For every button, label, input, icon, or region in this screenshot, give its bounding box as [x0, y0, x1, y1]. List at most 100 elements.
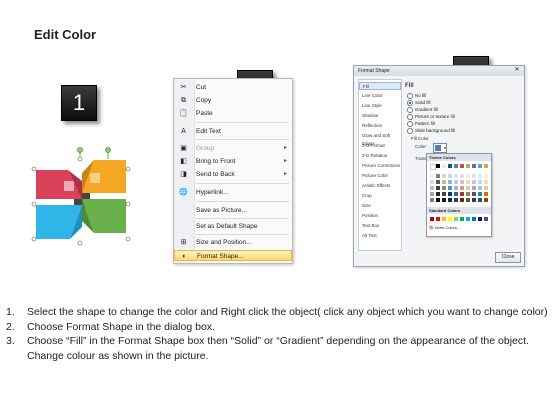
close-icon[interactable]: ✕ — [513, 66, 521, 74]
radio-no-fill[interactable]: No fill — [407, 93, 426, 99]
category-item-picture-color[interactable]: Picture Color — [359, 172, 401, 180]
color-swatch[interactable] — [430, 174, 434, 178]
radio-solid-fill[interactable]: Solid fill — [407, 100, 431, 106]
color-swatch[interactable] — [442, 186, 446, 190]
color-swatch[interactable] — [472, 180, 476, 184]
color-swatch[interactable] — [460, 186, 464, 190]
color-swatch[interactable] — [466, 217, 470, 221]
color-swatch[interactable] — [436, 198, 440, 202]
color-swatch[interactable] — [436, 186, 440, 190]
color-swatch[interactable] — [436, 164, 440, 168]
color-swatch[interactable] — [466, 198, 470, 202]
color-swatch[interactable] — [442, 198, 446, 202]
color-swatch[interactable] — [460, 217, 464, 221]
menu-item-copy[interactable]: ⧉ Copy — [174, 95, 292, 106]
color-swatch[interactable] — [460, 164, 464, 168]
color-swatch[interactable] — [472, 164, 476, 168]
category-item-line-color[interactable]: Line Color — [359, 92, 401, 100]
category-item-crop[interactable]: Crop — [359, 192, 401, 200]
close-button[interactable]: Close — [495, 252, 521, 263]
category-item-glow[interactable]: Glow and Soft Edges — [359, 132, 401, 146]
color-swatch[interactable] — [442, 217, 446, 221]
color-swatch[interactable] — [442, 174, 446, 178]
color-swatch[interactable] — [430, 217, 434, 221]
color-swatch[interactable] — [454, 164, 458, 168]
category-item-picture-corrections[interactable]: Picture Corrections — [359, 162, 401, 170]
color-swatch[interactable] — [430, 198, 434, 202]
color-swatch[interactable] — [430, 180, 434, 184]
color-swatch[interactable] — [478, 180, 482, 184]
color-swatch[interactable] — [460, 198, 464, 202]
color-swatch[interactable] — [436, 174, 440, 178]
menu-item-cut[interactable]: ✂ Cut — [174, 82, 292, 93]
category-item-3d-rotation[interactable]: 3-D Rotation — [359, 152, 401, 160]
color-swatch[interactable] — [478, 198, 482, 202]
shape-group-illustration[interactable] — [30, 143, 134, 255]
color-swatch[interactable] — [448, 164, 452, 168]
category-item-line-style[interactable]: Line Style — [359, 102, 401, 110]
color-swatch[interactable] — [448, 192, 452, 196]
radio-slide-bg-fill[interactable]: Slide background fill — [407, 128, 455, 134]
color-swatch[interactable] — [472, 174, 476, 178]
color-swatch[interactable] — [460, 180, 464, 184]
color-swatch[interactable] — [430, 186, 434, 190]
color-swatch[interactable] — [472, 192, 476, 196]
color-swatch[interactable] — [466, 164, 470, 168]
color-swatch[interactable] — [472, 186, 476, 190]
color-swatch[interactable] — [478, 192, 482, 196]
category-item-alt-text[interactable]: Alt Text — [359, 232, 401, 240]
menu-item-paste[interactable]: 📋 Paste — [174, 108, 292, 119]
color-swatch[interactable] — [430, 192, 434, 196]
category-item-text-box[interactable]: Text Box — [359, 222, 401, 230]
color-swatch[interactable] — [454, 192, 458, 196]
color-swatch[interactable] — [448, 174, 452, 178]
category-item-position[interactable]: Position — [359, 212, 401, 220]
color-swatch[interactable] — [448, 186, 452, 190]
color-swatch[interactable] — [466, 180, 470, 184]
color-swatch[interactable] — [436, 192, 440, 196]
color-swatch[interactable] — [454, 180, 458, 184]
color-swatch[interactable] — [442, 192, 446, 196]
radio-gradient-fill[interactable]: Gradient fill — [407, 107, 438, 113]
color-swatch[interactable] — [466, 192, 470, 196]
category-item-shadow[interactable]: Shadow — [359, 112, 401, 120]
menu-item-set-default-shape[interactable]: Set as Default Shape — [174, 221, 292, 232]
color-swatch[interactable] — [478, 174, 482, 178]
color-swatch[interactable] — [472, 198, 476, 202]
color-swatch[interactable] — [466, 174, 470, 178]
menu-item-save-as-picture[interactable]: Save as Picture... — [174, 205, 292, 216]
radio-pattern-fill[interactable]: Pattern fill — [407, 121, 435, 127]
color-swatch[interactable] — [484, 174, 488, 178]
color-swatch[interactable] — [448, 217, 452, 221]
color-swatch[interactable] — [478, 217, 482, 221]
category-item-reflection[interactable]: Reflection — [359, 122, 401, 130]
color-picker-button[interactable]: ▾ — [433, 143, 447, 153]
color-swatch[interactable] — [448, 180, 452, 184]
menu-item-edit-text[interactable]: A Edit Text — [174, 126, 292, 137]
color-swatch[interactable] — [454, 217, 458, 221]
menu-item-size-position[interactable]: ⊞ Size and Position... — [174, 237, 292, 248]
color-swatch[interactable] — [484, 186, 488, 190]
color-swatch[interactable] — [484, 217, 488, 221]
menu-item-send-to-back[interactable]: ◨ Send to Back ▸ — [174, 169, 292, 180]
color-swatch[interactable] — [472, 217, 476, 221]
color-swatch[interactable] — [484, 192, 488, 196]
more-colors-option[interactable]: 🎨 More Colors... — [429, 225, 460, 230]
menu-item-hyperlink[interactable]: 🌐 Hyperlink... — [174, 187, 292, 198]
color-swatch[interactable] — [460, 174, 464, 178]
category-item-3d-format[interactable]: 3-D Format — [359, 142, 401, 150]
color-swatch[interactable] — [484, 180, 488, 184]
menu-item-format-shape[interactable]: ◐ Format Shape... — [174, 250, 292, 261]
color-swatch[interactable] — [442, 164, 446, 168]
color-swatch[interactable] — [478, 164, 482, 168]
color-swatch[interactable] — [454, 186, 458, 190]
color-swatch[interactable] — [484, 164, 488, 168]
color-swatch[interactable] — [460, 192, 464, 196]
menu-item-bring-to-front[interactable]: ◧ Bring to Front ▸ — [174, 156, 292, 167]
color-swatch[interactable] — [478, 186, 482, 190]
color-swatch[interactable] — [436, 217, 440, 221]
category-item-artistic-effects[interactable]: Artistic Effects — [359, 182, 401, 190]
category-item-size[interactable]: Size — [359, 202, 401, 210]
color-swatch[interactable] — [442, 180, 446, 184]
color-swatch[interactable] — [436, 180, 440, 184]
